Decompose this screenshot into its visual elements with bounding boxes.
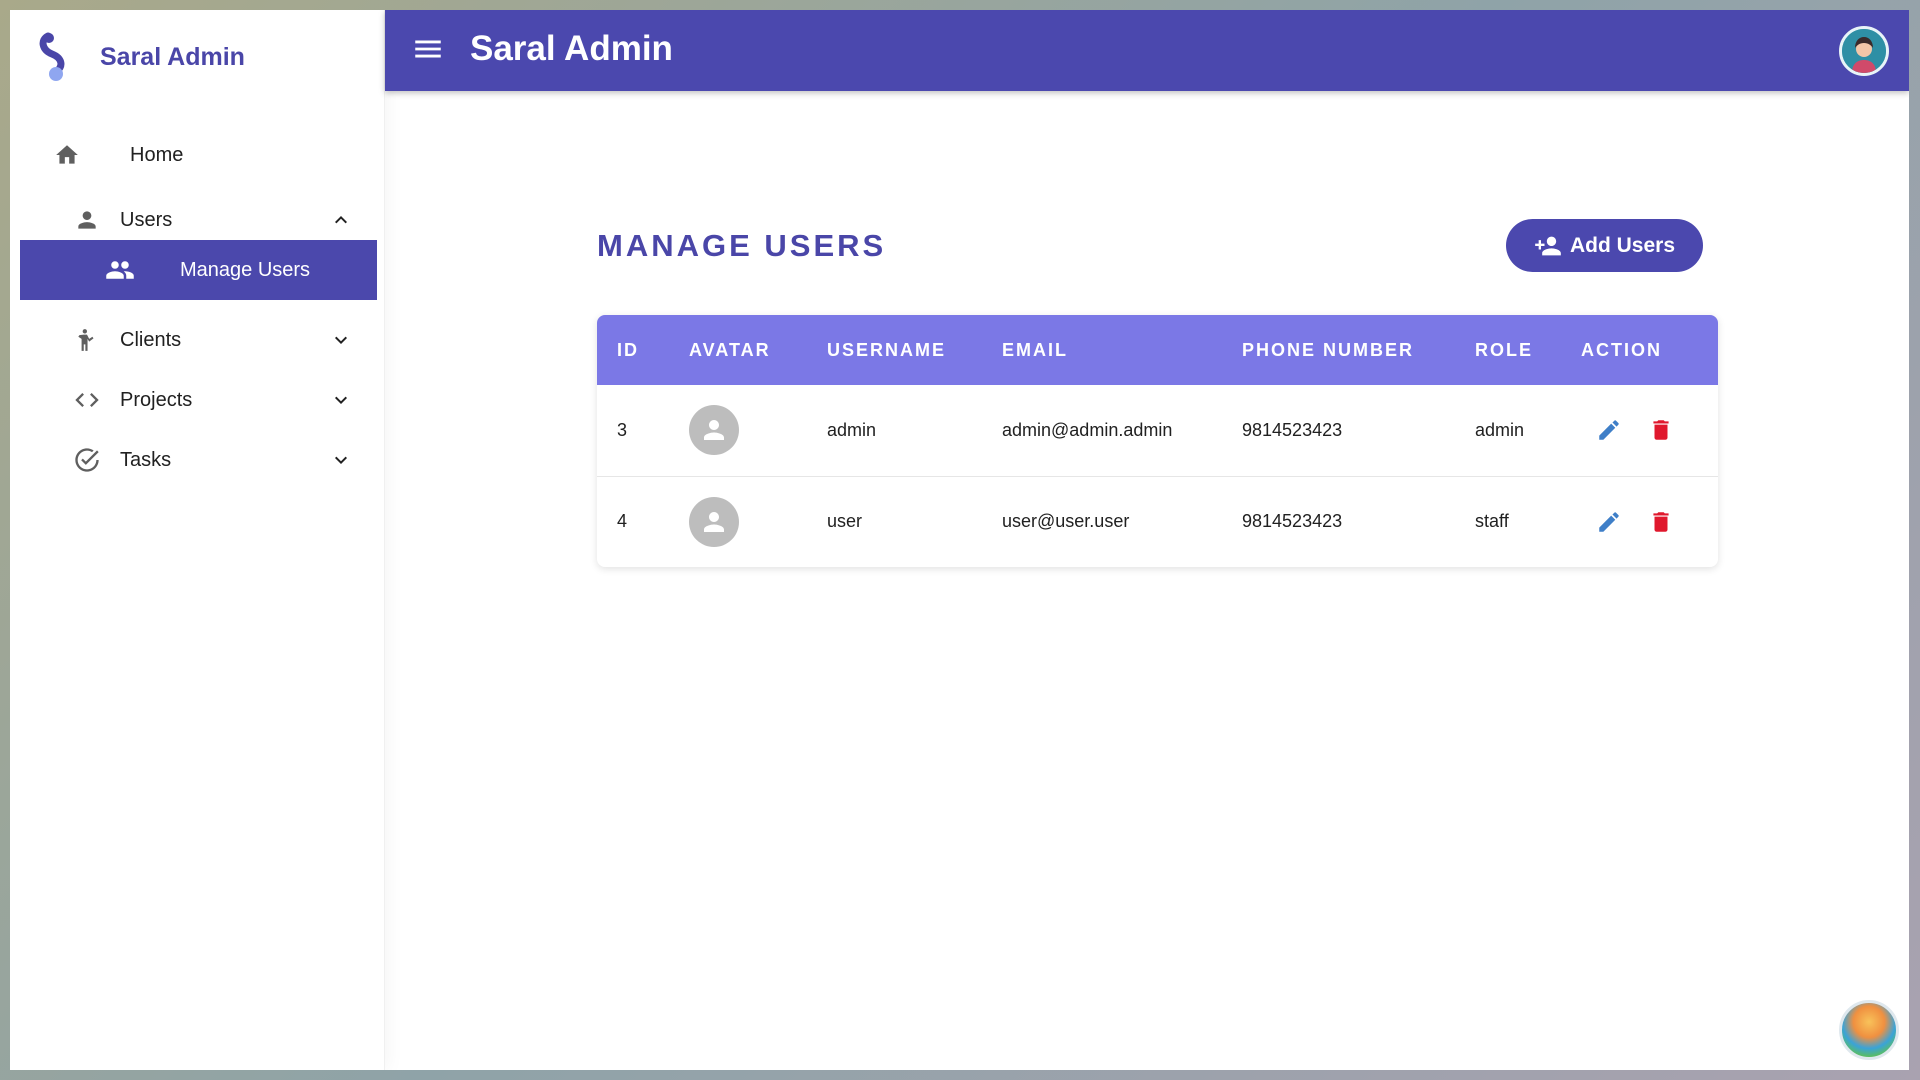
table-row: 4 user user@user.user 9814523423 staff	[597, 476, 1718, 567]
page-title: Saral Admin	[470, 29, 673, 68]
cell-username: admin	[827, 419, 877, 440]
cell-avatar	[669, 385, 807, 476]
sidebar-item-manage-users[interactable]: Manage Users	[20, 240, 377, 300]
column-header: PHONE NUMBER	[1242, 339, 1415, 360]
add-users-label: Add Users	[1569, 233, 1676, 257]
sidebar-item-label: Manage Users	[180, 258, 311, 281]
sidebar-item-clients[interactable]: Clients	[20, 310, 377, 370]
app-window: Saral Admin Home Users Manage Users Clie…	[10, 10, 1909, 1070]
menu-icon[interactable]	[411, 32, 445, 66]
users-table: ID AVATAR USERNAME EMAIL PHONE NUMBER RO…	[597, 315, 1718, 567]
sidebar-item-label: Home	[130, 143, 184, 166]
people-icon	[105, 255, 135, 285]
sidebar-item-projects[interactable]: Projects	[20, 370, 377, 430]
chevron-down-icon	[335, 396, 347, 404]
floating-widget-icon[interactable]	[1839, 1000, 1899, 1060]
section-title: MANAGE USERS	[597, 228, 887, 263]
column-header: AVATAR	[689, 339, 771, 360]
main-content: MANAGE USERS Add Users ID AVATAR USERNAM…	[385, 91, 1909, 1070]
cell-id: 3	[617, 419, 628, 440]
edit-icon[interactable]	[1595, 416, 1623, 444]
column-header: USERNAME	[827, 339, 947, 360]
sidebar-item-label: Tasks	[120, 448, 172, 471]
add-users-button[interactable]: Add Users	[1506, 219, 1703, 272]
column-header: ID	[617, 339, 639, 360]
cell-role: staff	[1475, 511, 1509, 532]
person-wave-icon	[72, 325, 102, 355]
cell-email: admin@admin.admin	[1002, 419, 1173, 440]
cell-avatar	[669, 476, 807, 567]
edit-icon[interactable]	[1595, 508, 1623, 536]
sidebar-item-home[interactable]: Home	[20, 125, 377, 185]
sidebar-item-label: Projects	[120, 388, 193, 411]
sidebar-item-label: Users	[120, 208, 173, 231]
column-header: ACTION	[1581, 339, 1662, 360]
cell-role: admin	[1475, 419, 1525, 440]
cell-action	[1561, 385, 1718, 476]
brand[interactable]: Saral Admin	[36, 32, 245, 82]
person-icon	[72, 205, 102, 235]
person-add-icon	[1535, 236, 1561, 255]
avatar	[689, 405, 739, 456]
home-icon	[52, 140, 82, 170]
chevron-up-icon	[335, 216, 347, 224]
top-app-bar: Saral Admin	[385, 10, 1909, 91]
cell-id: 4	[617, 511, 628, 532]
check-circle-icon	[72, 445, 102, 475]
sidebar-item-tasks[interactable]: Tasks	[20, 430, 377, 490]
cell-phone: 9814523423	[1242, 419, 1343, 440]
cell-username: user	[827, 511, 863, 532]
chevron-down-icon	[335, 336, 347, 344]
column-header: ROLE	[1475, 339, 1534, 360]
cell-phone: 9814523423	[1242, 511, 1343, 532]
sidebar-item-label: Clients	[120, 328, 182, 351]
avatar[interactable]	[1839, 26, 1889, 76]
person-icon	[704, 511, 724, 532]
brand-logo-icon	[39, 32, 65, 81]
user-avatar-icon	[1842, 29, 1886, 73]
delete-icon[interactable]	[1647, 416, 1675, 444]
avatar	[689, 496, 739, 547]
column-header: EMAIL	[1002, 339, 1068, 360]
person-icon	[704, 420, 724, 441]
cell-action	[1561, 476, 1718, 567]
cell-email: user@user.user	[1002, 511, 1130, 532]
table-header-row: ID AVATAR USERNAME EMAIL PHONE NUMBER RO…	[597, 315, 1718, 385]
code-icon	[72, 385, 102, 415]
chevron-down-icon	[335, 456, 347, 464]
table-row: 3 admin admin@admin.admin 9814523423 adm…	[597, 385, 1718, 476]
sidebar: Saral Admin Home Users Manage Users Clie…	[10, 10, 385, 1070]
delete-icon[interactable]	[1647, 508, 1675, 536]
brand-name: Saral Admin	[100, 42, 245, 71]
